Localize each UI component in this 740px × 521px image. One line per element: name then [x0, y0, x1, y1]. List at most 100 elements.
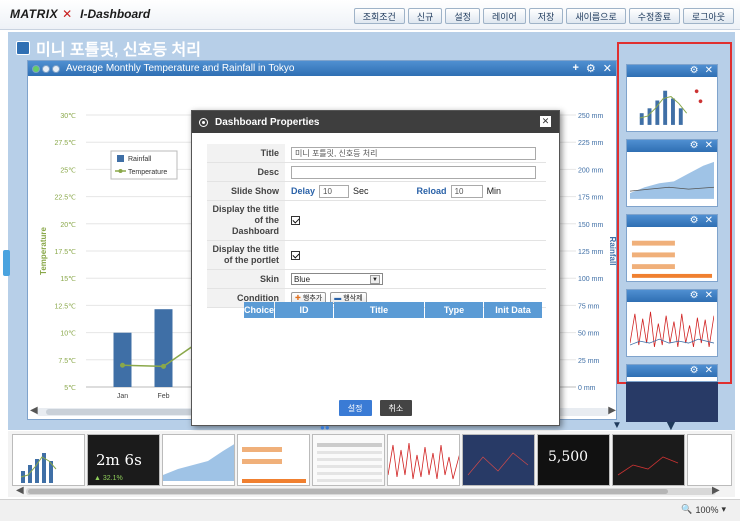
query-condition-button[interactable]: 조회조건	[353, 8, 405, 24]
gear-icon[interactable]: ⚙	[690, 365, 699, 377]
scroll-left-icon[interactable]: ◀	[30, 405, 38, 416]
title-label: Title	[207, 144, 285, 162]
thumbnail-table[interactable]	[312, 434, 385, 486]
layer-button[interactable]: 레이어	[482, 8, 526, 24]
close-icon[interactable]: ✕	[705, 215, 713, 227]
chevron-down-icon[interactable]: ▼	[370, 274, 380, 284]
y-right-tick-label: 250 mm	[578, 113, 603, 120]
desc-input[interactable]	[291, 165, 536, 179]
y-right-tick-label: 25 mm	[578, 358, 600, 365]
thumbnail-area-chart[interactable]	[162, 434, 235, 486]
save-as-button[interactable]: 새이름으로	[566, 8, 626, 24]
gear-icon[interactable]: ⚙	[690, 290, 699, 302]
column-header[interactable]: ID	[275, 302, 333, 318]
scroll-right-icon[interactable]: ▶	[608, 405, 616, 416]
y-right-tick-label: 125 mm	[578, 249, 603, 256]
thumbnail-partial[interactable]	[687, 434, 732, 486]
dashboard-title-bar: 미니 포틀릿, 신호등 처리	[16, 36, 201, 60]
x-tick-label: Jan	[117, 393, 128, 400]
new-button[interactable]: 신규	[407, 8, 443, 24]
mini-portlet-header: ⚙ ✕	[627, 65, 717, 77]
minus-icon: ▬	[334, 294, 342, 302]
ok-button[interactable]: 설정	[338, 400, 372, 416]
show-portlet-title-checkbox[interactable]	[291, 250, 300, 260]
x-tick-label: Feb	[157, 393, 169, 400]
portlet-title: Average Monthly Temperature and Rainfall…	[66, 63, 295, 74]
show-dashboard-title-checkbox[interactable]	[291, 216, 300, 225]
brand-x-mark: ✕	[62, 7, 73, 21]
close-icon[interactable]: ✕	[603, 62, 612, 75]
skin-select[interactable]: Blue ▼	[291, 273, 383, 285]
status-dot-green	[32, 64, 40, 73]
side-panel-handle[interactable]	[3, 250, 10, 276]
add-icon[interactable]: +	[572, 62, 578, 75]
column-header[interactable]: Type	[425, 302, 483, 318]
show-dashboard-title-label: Display the title of the Dashboard	[207, 201, 285, 240]
mini-portlet[interactable]: ⚙ ✕ ● ●	[626, 64, 718, 132]
mini-chart-preview: ●●	[639, 89, 703, 125]
thumbnail-bar-chart[interactable]	[12, 434, 85, 486]
thumbnail-line-chart[interactable]	[387, 434, 460, 486]
scroll-right-icon[interactable]: ▶	[712, 485, 720, 496]
mini-portlet[interactable]: ⚙ ✕	[626, 364, 718, 382]
y-left-tick-label: 12.5℃	[55, 303, 77, 310]
scrollbar-thumb[interactable]	[28, 489, 668, 494]
temperature-point	[120, 362, 125, 368]
y-left-tick-label: 25℃	[60, 167, 76, 174]
thumbnail-kpi[interactable]: 5,500	[537, 434, 610, 486]
close-icon[interactable]: ✕	[705, 140, 713, 152]
zoom-level: 100%	[695, 504, 719, 515]
chevron-down-icon[interactable]: ▼	[612, 420, 622, 431]
properties-form: Title 미니 포틀릿, 신호등 처리 Desc Slide Show Del…	[207, 144, 546, 308]
portlet-tools: + ⚙ ✕	[572, 62, 612, 75]
top-toolbar: MATRIX ✕ I-Dashboard 조회조건 신규 설정 레이어 저장 새…	[0, 0, 740, 30]
gear-icon[interactable]: ⚙	[586, 62, 596, 75]
mini-portlet-column: ⚙ ✕ ● ● ⚙ ✕ ⚙ ✕ ⚙ ✕ ⚙ ✕	[617, 42, 732, 384]
close-icon[interactable]: ✕	[540, 116, 551, 127]
dialog-icon	[199, 117, 208, 127]
mini-portlet[interactable]: ⚙ ✕	[626, 289, 718, 357]
kpi-value: 5,500	[548, 449, 589, 465]
gear-icon[interactable]: ⚙	[690, 215, 699, 227]
reload-input[interactable]: 10	[450, 184, 483, 198]
portlet-header: Average Monthly Temperature and Rainfall…	[28, 61, 616, 76]
mini-line-chart-preview	[630, 311, 714, 348]
thumbnail-timer-kpi[interactable]: 2m 6s ▲ 32.1%	[87, 434, 160, 486]
zoom-control[interactable]: 🔍 100% ▾	[681, 504, 726, 515]
thumbnail-dark-chart[interactable]	[612, 434, 685, 486]
column-header[interactable]: Choice	[244, 302, 274, 318]
close-icon[interactable]: ✕	[705, 365, 713, 377]
dialog-buttons: 설정 취소	[192, 400, 559, 416]
form-row-show-portlet-title: Display the title of the portlet	[207, 241, 546, 270]
mini-portlet-header: ⚙ ✕	[627, 290, 717, 302]
column-header[interactable]: Init Data	[484, 302, 542, 318]
mini-gauge-preview	[631, 240, 713, 278]
mini-portlet[interactable]: ⚙ ✕	[626, 214, 718, 282]
column-header[interactable]: Title	[334, 302, 424, 318]
chevron-down-icon[interactable]: ▾	[721, 504, 726, 515]
settings-button[interactable]: 설정	[445, 8, 480, 24]
thumbnail-scatter[interactable]	[462, 434, 535, 486]
thumbnail-gauge[interactable]	[237, 434, 310, 486]
show-portlet-title-label: Display the title of the portlet	[207, 241, 285, 269]
close-icon[interactable]: ✕	[705, 65, 713, 77]
y-right-tick-label: 175 mm	[578, 195, 603, 202]
gear-icon[interactable]: ⚙	[690, 140, 699, 152]
form-row-desc: Desc	[207, 163, 546, 182]
end-edit-button[interactable]: 수정종료	[628, 8, 680, 24]
delay-input[interactable]: 10	[319, 184, 350, 198]
dashboard-title: 미니 포틀릿, 신호등 처리	[36, 42, 201, 59]
status-dot	[42, 64, 50, 73]
logout-button[interactable]: 로그아웃	[682, 8, 734, 24]
mini-portlet[interactable]: ⚙ ✕	[626, 139, 718, 207]
gear-icon[interactable]: ⚙	[690, 65, 699, 77]
timer-change: ▲ 32.1%	[94, 475, 123, 482]
y-right-tick-label: 75 mm	[578, 303, 600, 310]
title-input[interactable]: 미니 포틀릿, 신호등 처리	[291, 146, 536, 160]
cancel-button[interactable]: 취소	[379, 400, 413, 416]
mini-area-chart-preview	[630, 161, 714, 199]
close-icon[interactable]: ✕	[705, 290, 713, 302]
thumbnail-scrollbar[interactable]	[26, 488, 716, 495]
save-button[interactable]: 저장	[528, 8, 564, 24]
scroll-left-icon[interactable]: ◀	[16, 485, 24, 496]
